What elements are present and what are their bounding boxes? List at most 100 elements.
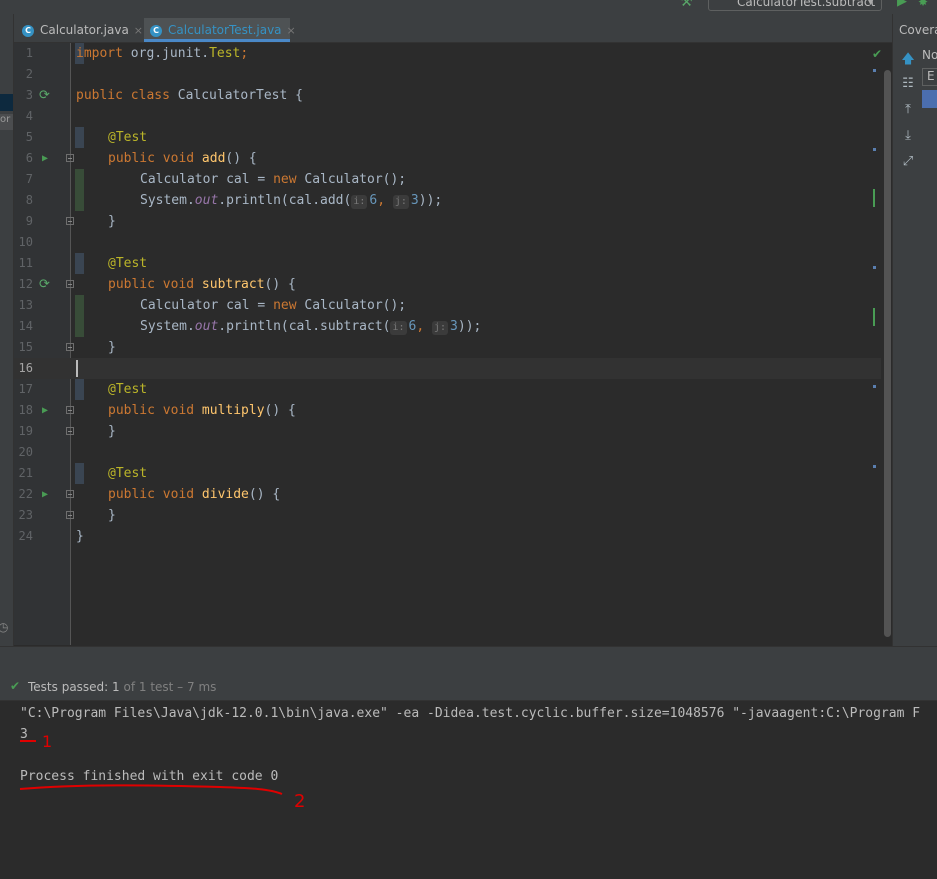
param-hint-j: j: xyxy=(432,321,449,335)
clock-icon[interactable]: ◷ xyxy=(0,620,8,634)
line-number: 23 xyxy=(18,508,33,522)
test-status-bar: ✔ Tests passed: 1 of 1 test – 7 ms xyxy=(0,676,937,701)
fold-icon[interactable] xyxy=(66,343,74,351)
panel-splitter[interactable] xyxy=(0,646,937,677)
annotation-layer: 1 2 xyxy=(19,732,305,812)
line-number: 17 xyxy=(18,382,33,396)
fold-icon[interactable] xyxy=(66,511,74,519)
change-marker xyxy=(75,295,84,337)
annotation-mark-1: 1 xyxy=(42,732,52,751)
change-stripe-mark[interactable] xyxy=(873,189,875,207)
line-number: 8 xyxy=(25,193,33,207)
fold-icon[interactable] xyxy=(66,280,74,288)
line-number: 21 xyxy=(18,466,33,480)
run-class-icon[interactable]: ⟳ xyxy=(39,85,50,106)
line-number: 5 xyxy=(25,130,33,144)
code-line-6: public void add() { xyxy=(108,151,257,166)
coverage-title: Coverage xyxy=(899,23,937,37)
left-tool-strip: or ◷ xyxy=(0,14,14,646)
line-number: 12 xyxy=(18,277,33,291)
param-hint-i: i: xyxy=(351,195,368,209)
line-number: 14 xyxy=(18,319,33,333)
tab-calculator-java[interactable]: C Calculator.java × xyxy=(22,18,143,42)
gutter-layer: 1 2 3 4 5 6 7 8 9 10 11 12 13 14 15 16 1… xyxy=(14,43,84,645)
annotation-underline-2 xyxy=(19,784,283,795)
code-line-23: } xyxy=(108,508,116,523)
line-number: 1 xyxy=(25,46,33,60)
line-number: 20 xyxy=(18,445,33,459)
line-number: 22 xyxy=(18,487,33,501)
run-gutter-icon[interactable]: ▶ xyxy=(42,148,48,169)
chevron-down-icon: ▼ xyxy=(867,0,874,7)
code-line-14: System.out.println(cal.subtract(i: 6, j: 3… xyxy=(140,319,482,335)
export-icon[interactable]: ⤒ xyxy=(901,102,915,117)
debug-icon[interactable]: ✸ xyxy=(918,0,928,9)
change-stripe-mark[interactable] xyxy=(873,308,875,326)
run-configuration-select[interactable]: CalculatorTest.subtract ▼ xyxy=(708,0,882,11)
line-number: 4 xyxy=(25,109,33,123)
fold-icon[interactable] xyxy=(66,154,74,162)
annotation-mark-2: 2 xyxy=(294,791,305,812)
code-line-11: @Test xyxy=(108,256,148,271)
line-number: 2 xyxy=(25,67,33,81)
import-icon[interactable]: ⤓ xyxy=(901,128,915,143)
change-marker xyxy=(75,169,84,211)
fold-icon[interactable] xyxy=(66,406,74,414)
code-line-18: public void multiply() { xyxy=(108,403,296,418)
code-line-9: } xyxy=(108,214,116,229)
fold-icon[interactable] xyxy=(66,427,74,435)
expand-icon[interactable]: ⤢ xyxy=(901,154,915,169)
left-strip-selection[interactable] xyxy=(0,94,13,111)
code-line-7: Calculator cal = new Calculator(); xyxy=(140,172,407,187)
change-marker xyxy=(75,379,84,400)
tab-label: Calculator.java xyxy=(40,23,129,37)
coverage-element-box[interactable]: E xyxy=(922,68,937,86)
line-number: 3 xyxy=(25,88,33,102)
editor-scrollbar-thumb[interactable] xyxy=(884,70,891,637)
text-caret xyxy=(76,360,78,377)
error-stripe-mark[interactable] xyxy=(873,266,876,269)
line-number: 19 xyxy=(18,424,33,438)
error-stripe-mark[interactable] xyxy=(873,148,876,151)
code-line-3: public class CalculatorTest { xyxy=(76,88,303,103)
line-number: 15 xyxy=(18,340,33,354)
class-icon: C xyxy=(150,24,162,37)
close-icon[interactable]: × xyxy=(134,24,143,37)
current-line-highlight xyxy=(14,358,881,379)
coverage-selected-row[interactable] xyxy=(922,90,937,108)
hammer-icon[interactable]: ⚒ xyxy=(680,0,693,10)
param-hint-i: i: xyxy=(390,321,407,335)
code-editor[interactable] xyxy=(71,43,881,645)
coverage-column-header: No xyxy=(922,48,937,62)
run-class-icon[interactable]: ⟳ xyxy=(39,274,50,295)
code-line-8: System.out.println(cal.add(i: 6, j: 3)); xyxy=(140,193,443,209)
run-icon[interactable]: ▶ xyxy=(897,0,907,9)
fold-icon[interactable] xyxy=(66,490,74,498)
tab-calculatortest-java[interactable]: C CalculatorTest.java × xyxy=(144,18,296,42)
error-stripe-mark[interactable] xyxy=(873,69,876,72)
code-line-21: @Test xyxy=(108,466,148,481)
tree-icon[interactable]: ☷ xyxy=(901,76,915,91)
run-gutter-icon[interactable]: ▶ xyxy=(42,400,48,421)
code-line-15: } xyxy=(108,340,116,355)
line-number: 11 xyxy=(18,256,33,270)
code-line-1: import org.junit.Test; xyxy=(76,46,249,61)
line-number: 10 xyxy=(18,235,33,249)
code-line-13: Calculator cal = new Calculator(); xyxy=(140,298,407,313)
fold-icon[interactable] xyxy=(66,217,74,225)
code-line-12: public void subtract() { xyxy=(108,277,296,292)
tab-label: CalculatorTest.java xyxy=(168,23,282,37)
arrow-up-icon[interactable]: 🡅 xyxy=(901,50,915,72)
error-stripe-mark[interactable] xyxy=(873,465,876,468)
line-number: 13 xyxy=(18,298,33,312)
run-gutter-icon[interactable]: ▶ xyxy=(42,484,48,505)
close-icon[interactable]: × xyxy=(287,24,296,37)
test-status-text: Tests passed: 1 of 1 test – 7 ms xyxy=(28,680,217,694)
left-strip-fragment: or xyxy=(0,114,13,130)
error-stripe-mark[interactable] xyxy=(873,385,876,388)
change-marker xyxy=(75,253,84,274)
checkmark-icon: ✔ xyxy=(10,679,21,693)
line-number: 9 xyxy=(25,214,33,228)
class-icon: C xyxy=(22,24,34,37)
line-number: 18 xyxy=(18,403,33,417)
